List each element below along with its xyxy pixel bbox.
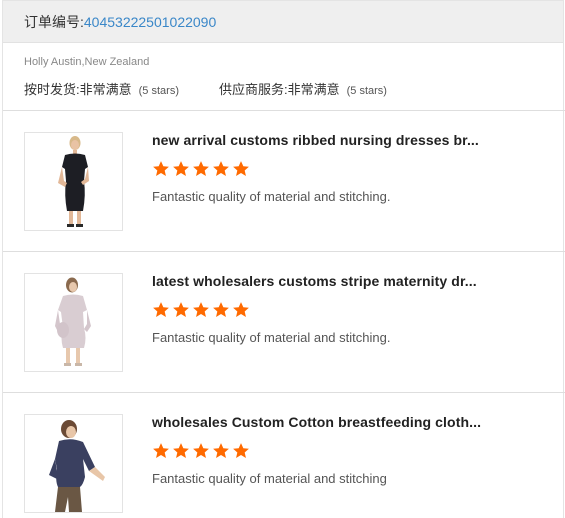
product-title-link[interactable]: new arrival customs ribbed nursing dress… — [152, 132, 492, 148]
review-item: new arrival customs ribbed nursing dress… — [24, 132, 554, 232]
seller-ratings: 按时发货: 非常满意 (5 stars) 供应商服务: 非常满意 (5 star… — [24, 79, 387, 98]
star-icon — [193, 443, 209, 458]
divider — [3, 392, 565, 393]
black-nursing-dress-photo-icon — [25, 133, 122, 230]
product-title-link[interactable]: wholesales Custom Cotton breastfeeding c… — [152, 414, 492, 430]
product-thumbnail[interactable] — [24, 273, 123, 372]
order-number-label: 订单编号: — [24, 13, 84, 30]
star-icon — [173, 443, 189, 458]
buyer-info: Holly Austin,New Zealand — [24, 56, 150, 68]
divider — [3, 251, 565, 252]
order-header: 订单编号: 40453222501022090 — [3, 1, 563, 43]
rating-service-value: 非常满意 — [287, 82, 340, 97]
product-thumbnail[interactable] — [24, 132, 123, 231]
star-icon — [173, 161, 189, 176]
rating-delivery-value: 非常满意 — [79, 82, 132, 97]
rating-service-note: (5 stars) — [346, 85, 387, 97]
star-icon — [233, 161, 249, 176]
navy-breastfeeding-top-photo-icon — [25, 415, 122, 512]
star-icon — [213, 443, 229, 458]
star-icon — [193, 302, 209, 317]
star-icon — [233, 443, 249, 458]
review-text: Fantastic quality of material and stitch… — [152, 189, 391, 204]
review-item: wholesales Custom Cotton breastfeeding c… — [24, 414, 554, 514]
product-thumbnail[interactable] — [24, 414, 123, 513]
star-icon — [173, 302, 189, 317]
rating-delivery-note: (5 stars) — [138, 85, 179, 97]
review-item: latest wholesalers customs stripe matern… — [24, 273, 554, 373]
order-number-link[interactable]: 40453222501022090 — [84, 14, 216, 30]
rating-delivery-label: 按时发货: — [24, 82, 80, 97]
rating-service-label: 供应商服务: — [218, 82, 288, 97]
star-rating — [152, 442, 252, 460]
review-text: Fantastic quality of material and stitch… — [152, 330, 391, 345]
star-rating — [152, 160, 252, 178]
star-icon — [233, 302, 249, 317]
star-rating — [152, 301, 252, 319]
review-text: Fantastic quality of material and stitch… — [152, 471, 387, 486]
star-icon — [213, 302, 229, 317]
rating-service: 供应商服务: 非常满意 (5 stars) — [219, 79, 387, 98]
star-icon — [153, 161, 169, 176]
divider — [3, 110, 565, 111]
rating-delivery: 按时发货: 非常满意 (5 stars) — [24, 79, 179, 98]
star-icon — [153, 443, 169, 458]
product-title-link[interactable]: latest wholesalers customs stripe matern… — [152, 273, 492, 289]
review-card: 订单编号: 40453222501022090 Holly Austin,New… — [2, 0, 565, 518]
light-pink-maternity-dress-photo-icon — [25, 274, 122, 371]
star-icon — [213, 161, 229, 176]
star-icon — [193, 161, 209, 176]
star-icon — [153, 302, 169, 317]
